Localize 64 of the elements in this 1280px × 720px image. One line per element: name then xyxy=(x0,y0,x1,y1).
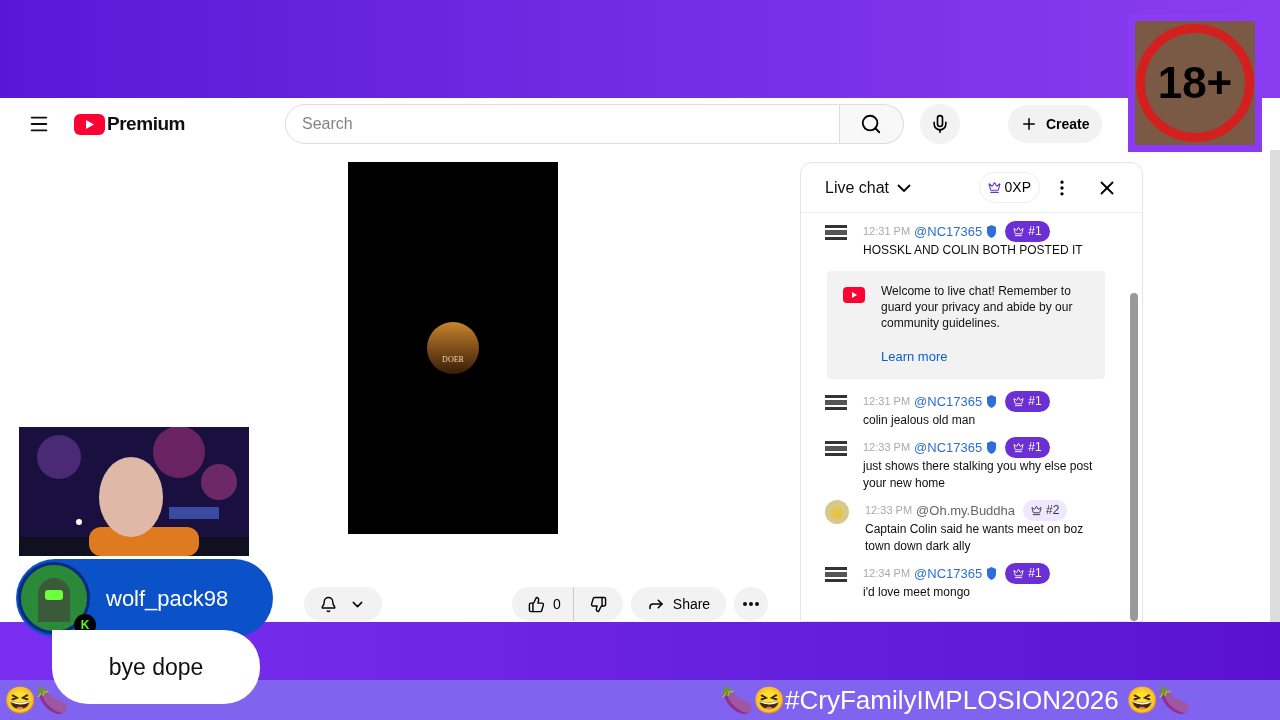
alert-message: bye dope xyxy=(108,652,204,682)
message-time: 12:33 PM xyxy=(863,439,911,455)
avatar-icon xyxy=(825,394,847,411)
age-text: 18+ xyxy=(1157,61,1233,105)
logo-text[interactable]: Premium xyxy=(107,109,185,139)
ticker-text: 😆🍆 xyxy=(4,687,68,713)
message-text: Captain Colin said he wants meet on boz town down dark ally xyxy=(865,520,1085,555)
message-time: 12:31 PM xyxy=(863,393,911,409)
author-name[interactable]: @Oh.my.Buddha xyxy=(916,501,1016,519)
avatar-icon xyxy=(825,499,849,524)
search-button[interactable] xyxy=(840,104,904,144)
crown-icon xyxy=(1013,441,1025,453)
subscribe-bell-button[interactable] xyxy=(304,587,382,621)
hooded-figure-avatar xyxy=(18,562,90,634)
more-button[interactable] xyxy=(734,587,769,621)
crown-icon xyxy=(1013,567,1025,579)
bell-icon xyxy=(320,595,337,613)
search-icon xyxy=(860,113,883,135)
search-field[interactable]: Search xyxy=(285,104,840,144)
chat-scrollbar[interactable] xyxy=(1130,293,1138,621)
crown-icon xyxy=(1013,226,1025,237)
rank-badge: #2 xyxy=(1023,499,1068,521)
chat-mode-dropdown[interactable]: Live chat xyxy=(825,175,912,200)
rank-badge: #1 xyxy=(1005,390,1050,412)
notice-text: Welcome to live chat! Remember to guard your privacy and abide by our community guidelines. xyxy=(881,283,1074,331)
avatar-icon xyxy=(825,225,847,241)
thumbs-down-icon xyxy=(589,595,607,613)
avatar-icon xyxy=(825,440,847,457)
create-button[interactable]: Create xyxy=(1008,105,1102,143)
mic-button[interactable] xyxy=(920,104,960,144)
message-text: HOSSKL AND COLIN BOTH POSTED IT xyxy=(863,242,1083,259)
share-button[interactable]: Share xyxy=(630,587,727,621)
crown-icon xyxy=(1013,395,1025,407)
page-scrollbar[interactable] xyxy=(1270,150,1280,622)
mic-icon xyxy=(930,114,950,134)
logo-icon[interactable] xyxy=(74,113,105,135)
rank-badge: #1 xyxy=(1005,436,1050,458)
more-dots-icon xyxy=(743,602,760,606)
emblem-text: DOER xyxy=(442,354,464,366)
plus-icon xyxy=(1020,115,1038,133)
rank-badge: #1 xyxy=(1005,221,1050,242)
alert-username: wolf_pack98 xyxy=(106,584,229,613)
dislike-button[interactable] xyxy=(572,587,623,621)
play-logo-icon xyxy=(843,287,865,303)
author-name[interactable]: @NC17365 xyxy=(914,392,983,410)
video-player[interactable]: DOER xyxy=(348,162,558,534)
thumbs-up-icon xyxy=(528,595,545,613)
message-text: just shows there stalking you why else post your new home xyxy=(863,457,1094,492)
rank-badge: #1 xyxy=(1005,562,1050,584)
author-name[interactable]: @NC17365 xyxy=(914,564,983,582)
ticker-text: 🍆😆#CryFamilyIMPLOSION2026 😆🍆 xyxy=(721,687,1190,713)
message-text: i'd love meet mongo xyxy=(863,583,970,601)
message-text: colin jealous old man xyxy=(863,411,976,429)
author-name[interactable]: @NC17365 xyxy=(914,438,983,456)
crown-icon xyxy=(1031,504,1043,516)
avatar-icon xyxy=(825,566,847,583)
message-time: 12:34 PM xyxy=(863,565,911,581)
crown-icon xyxy=(987,181,1001,194)
message-time: 12:33 PM xyxy=(865,502,913,518)
author-name[interactable]: @NC17365 xyxy=(914,223,983,240)
chevron-down-icon xyxy=(897,183,912,192)
message-time: 12:31 PM xyxy=(863,224,911,239)
learn-more-link[interactable]: Learn more xyxy=(881,347,1089,367)
like-button[interactable]: 0 xyxy=(512,587,573,621)
